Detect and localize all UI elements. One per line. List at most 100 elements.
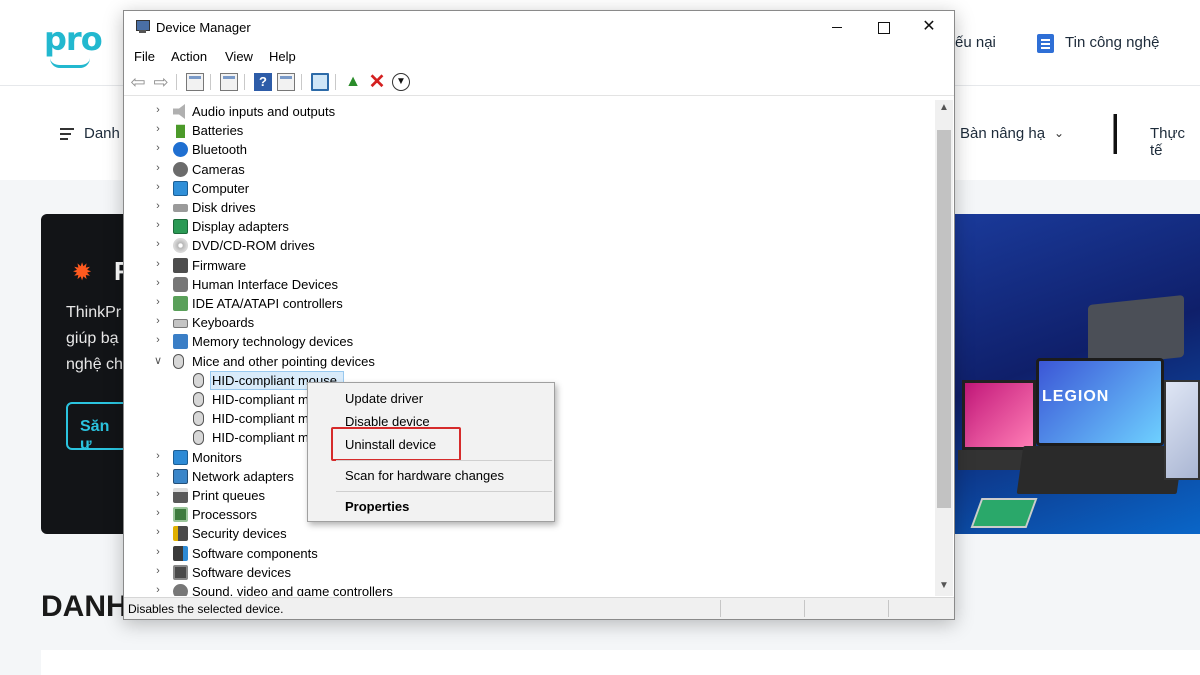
expand-icon[interactable]: ›	[152, 565, 164, 577]
expand-icon[interactable]: ›	[152, 507, 164, 519]
properties-icon[interactable]	[186, 73, 204, 91]
dvd-icon	[173, 238, 188, 254]
menu-icon[interactable]	[60, 128, 74, 140]
device-category[interactable]: › Disk drives	[125, 198, 925, 217]
expand-icon[interactable]: ›	[152, 162, 164, 174]
menu-uninstall-device[interactable]: Uninstall device	[345, 437, 436, 452]
device-category[interactable]: › Computer	[125, 179, 925, 198]
back-icon[interactable]: ⇦	[129, 73, 147, 91]
menu-view[interactable]: View	[225, 49, 253, 64]
help-icon[interactable]: ?	[254, 73, 272, 91]
expand-icon[interactable]: ›	[152, 181, 164, 193]
scroll-up-icon[interactable]: ▲	[935, 102, 953, 113]
device-category[interactable]: ∨ Mice and other pointing devices	[125, 352, 925, 371]
toolbar-separator	[301, 74, 302, 90]
device-manager-icon	[135, 20, 150, 34]
device-category[interactable]: › Bluetooth	[125, 140, 925, 159]
software-components-icon	[173, 545, 188, 561]
expand-icon[interactable]: ›	[152, 104, 164, 116]
update-driver-icon[interactable]: ▲	[344, 73, 362, 91]
device-category[interactable]: › Audio inputs and outputs	[125, 102, 925, 121]
menu-action[interactable]: Action	[171, 49, 207, 64]
nav-item-desk[interactable]: Bàn nâng hạ	[960, 125, 1045, 142]
menu-scan-hardware[interactable]: Scan for hardware changes	[345, 468, 504, 483]
forward-icon[interactable]: ⇨	[152, 73, 170, 91]
complaint-link[interactable]: ếu nại	[955, 34, 996, 51]
menu-properties[interactable]: Properties	[345, 499, 409, 514]
expand-icon[interactable]: ›	[152, 200, 164, 212]
expand-icon[interactable]: ›	[152, 334, 164, 346]
site-logo[interactable]: pro	[44, 20, 103, 58]
device-label: DVD/CD-ROM drives	[192, 238, 315, 254]
scroll-down-icon[interactable]: ▼	[935, 580, 953, 591]
close-button[interactable]: ✕	[906, 11, 952, 43]
ide-icon	[173, 296, 188, 311]
nav-category-label[interactable]: Danh	[84, 125, 120, 142]
device-label: Keyboards	[192, 315, 255, 331]
status-text: Disables the selected device.	[128, 602, 284, 616]
menu-separator	[336, 460, 552, 461]
expand-icon[interactable]: ›	[152, 488, 164, 500]
menu-file[interactable]: File	[134, 49, 155, 64]
maximize-button[interactable]	[860, 11, 906, 43]
expand-icon[interactable]: ›	[152, 526, 164, 538]
logo-smile-icon	[50, 58, 90, 68]
device-label: Firmware	[192, 257, 247, 273]
vertical-scrollbar[interactable]: ▲ ▼	[935, 100, 953, 596]
console-icon	[1110, 114, 1122, 154]
device-label: Cameras	[192, 161, 245, 177]
device-category[interactable]: › Human Interface Devices	[125, 275, 925, 294]
expand-icon[interactable]: ›	[152, 277, 164, 289]
toolbar-separator	[210, 74, 211, 90]
device-category[interactable]: › Sound, video and game controllers	[125, 582, 925, 596]
memory-icon	[173, 334, 188, 350]
display-icon	[173, 219, 188, 235]
nav-item-vr[interactable]: Thực tế	[1150, 125, 1200, 159]
expand-icon[interactable]: ›	[152, 584, 164, 596]
menu-help[interactable]: Help	[269, 49, 296, 64]
device-category[interactable]: › IDE ATA/ATAPI controllers	[125, 294, 925, 313]
expand-icon[interactable]: ›	[152, 315, 164, 327]
device-category[interactable]: › Firmware	[125, 256, 925, 275]
device-category[interactable]: › Cameras	[125, 160, 925, 179]
device-category[interactable]: › Batteries	[125, 121, 925, 140]
download-icon[interactable]: ▼	[392, 73, 410, 91]
expand-icon[interactable]: ›	[152, 450, 164, 462]
device-category[interactable]: › Security devices	[125, 524, 925, 543]
scrollbar-thumb[interactable]	[937, 130, 951, 508]
expand-icon[interactable]: ›	[152, 219, 164, 231]
laptop-back-image	[1088, 294, 1184, 368]
expand-icon[interactable]: ›	[152, 296, 164, 308]
menu-update-driver[interactable]: Update driver	[345, 391, 423, 406]
collapse-icon[interactable]: ∨	[152, 354, 164, 367]
device-category[interactable]: › Software devices	[125, 563, 925, 582]
device-category[interactable]: › Software components	[125, 544, 925, 563]
device-category[interactable]: › DVD/CD-ROM drives	[125, 236, 925, 255]
device-label: Print queues	[192, 488, 265, 503]
device-label: Processors	[192, 507, 258, 523]
title-bar[interactable]: Device Manager ✕	[124, 11, 954, 45]
device-label: Audio inputs and outputs	[192, 104, 336, 119]
uninstall-icon[interactable]: ✕	[368, 72, 386, 92]
device-label: Sound, video and game controllers	[192, 584, 393, 596]
expand-icon[interactable]: ›	[152, 469, 164, 481]
banner-line: ThinkPr	[66, 304, 122, 321]
expand-icon[interactable]: ›	[152, 142, 164, 154]
laptop-left-image	[962, 380, 1036, 450]
tech-news-link[interactable]: Tin công nghệ	[1065, 34, 1160, 51]
device-category[interactable]: › Keyboards	[125, 313, 925, 332]
banner-line: nghệ ch	[66, 356, 123, 373]
details-icon[interactable]	[220, 73, 238, 91]
mouse-icon	[193, 430, 204, 446]
monitor-icon[interactable]	[311, 73, 329, 91]
expand-icon[interactable]: ›	[152, 123, 164, 135]
minimize-button[interactable]	[814, 11, 860, 43]
device-label: Software components	[192, 545, 318, 561]
view-icon[interactable]	[277, 73, 295, 91]
device-category[interactable]: › Memory technology devices	[125, 332, 925, 351]
device-label: Mice and other pointing devices	[192, 353, 375, 369]
expand-icon[interactable]: ›	[152, 258, 164, 270]
expand-icon[interactable]: ›	[152, 238, 164, 250]
expand-icon[interactable]: ›	[152, 546, 164, 558]
device-category[interactable]: › Display adapters	[125, 217, 925, 236]
